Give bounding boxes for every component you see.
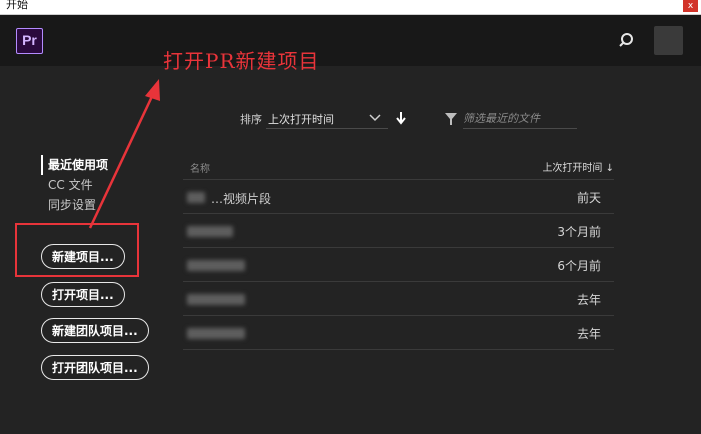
nav-item-sync-settings[interactable]: 同步设置 <box>41 195 151 215</box>
funnel-icon <box>445 113 457 125</box>
user-avatar[interactable] <box>654 26 683 55</box>
file-time: 3个月前 <box>557 225 601 239</box>
table-row[interactable]: 去年 <box>183 316 614 350</box>
open-project-button[interactable]: 打开项目... <box>41 282 125 307</box>
premiere-logo: Pr <box>16 28 43 54</box>
table-row[interactable]: 6个月前 <box>183 248 614 282</box>
app-header: Pr <box>0 15 701 66</box>
column-header-last-opened[interactable]: 上次打开时间 ↓ <box>542 159 614 174</box>
sort-dropdown[interactable]: 上次打开时间 <box>268 111 334 127</box>
redacted-name <box>187 192 205 203</box>
recent-files-table: 名称 上次打开时间 ↓ …视频片段 前天 3个月前 6个月前 去年 去年 <box>183 152 614 350</box>
close-window-button[interactable]: x <box>683 0 698 12</box>
filter-input[interactable] <box>463 109 577 129</box>
redacted-name <box>187 328 245 339</box>
nav-item-recent[interactable]: 最近使用项 <box>41 155 151 175</box>
search-button[interactable] <box>618 31 638 51</box>
table-row[interactable]: 去年 <box>183 282 614 316</box>
new-project-button[interactable]: 新建项目... <box>41 244 125 269</box>
column-header-name[interactable]: 名称 <box>190 160 210 175</box>
table-header: 名称 上次打开时间 ↓ <box>183 152 614 180</box>
file-name: …视频片段 <box>211 192 272 206</box>
chevron-down-icon[interactable] <box>369 112 381 122</box>
window-title-bar: 开始 x <box>0 0 701 15</box>
search-icon <box>619 33 633 47</box>
redacted-name <box>187 294 245 305</box>
file-time: 去年 <box>576 293 601 307</box>
window-title: 开始 <box>6 0 28 11</box>
sort-label: 排序 <box>240 113 262 126</box>
redacted-name <box>187 226 233 237</box>
new-team-project-button[interactable]: 新建团队项目... <box>41 318 149 343</box>
redacted-name <box>187 260 245 271</box>
open-team-project-button[interactable]: 打开团队项目... <box>41 355 149 380</box>
table-row[interactable]: 3个月前 <box>183 214 614 248</box>
annotation-arrow-head <box>145 79 160 101</box>
file-time: 去年 <box>576 327 601 341</box>
left-nav: 最近使用项 CC 文件 同步设置 <box>41 155 151 215</box>
arrow-down-icon[interactable] <box>395 111 407 125</box>
nav-item-cc-files[interactable]: CC 文件 <box>41 175 151 195</box>
sort-dropdown-underline <box>266 128 388 129</box>
file-time: 6个月前 <box>557 259 601 273</box>
file-time: 前天 <box>576 191 601 205</box>
table-row[interactable]: …视频片段 前天 <box>183 180 614 214</box>
annotation-text: 打开PR新建项目 <box>163 49 320 73</box>
